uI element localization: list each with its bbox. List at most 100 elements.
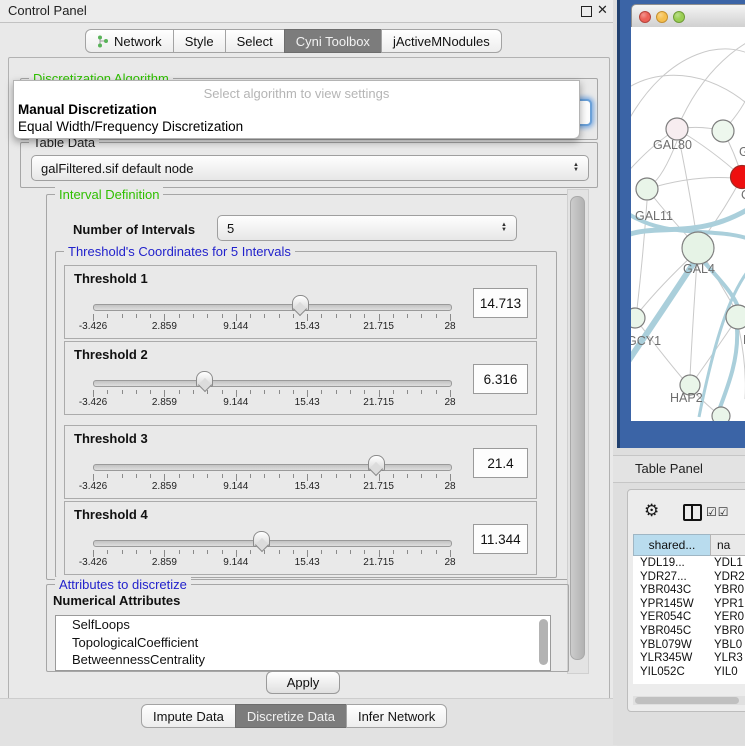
tab-select[interactable]: Select [225,29,285,53]
table-cell[interactable]: YDL1 [709,557,743,571]
gear-icon[interactable]: ⚙ [644,501,659,521]
combo-arrows-icon: ▲▼ [501,223,507,233]
table-cell[interactable]: YDR27... [633,571,709,585]
minimize-button[interactable] [656,11,668,23]
attribute-list-item[interactable]: TopologicalCoefficient [56,634,550,652]
network-node[interactable] [726,305,745,329]
network-node[interactable] [666,118,688,140]
table-cell[interactable]: YER0 [709,611,744,625]
bottom-tab-infer-network[interactable]: Infer Network [346,704,447,728]
tab-cyni-toolbox[interactable]: Cyni Toolbox [284,29,382,53]
table-row[interactable]: YPR145WYPR1 [633,598,745,612]
table-cell[interactable]: YBL079W [633,639,709,653]
network-graph[interactable]: GAL80GCGAL11GAL4GCY1HHAP2 [631,27,745,421]
attributes-list[interactable]: SelfLoopsTopologicalCoefficientBetweenne… [55,615,551,671]
num-intervals-select[interactable]: 5 ▲▼ [217,215,517,241]
table-cell[interactable]: YIL052C [633,666,709,680]
vertical-scrollbar-thumb[interactable] [570,196,585,660]
table-cell[interactable]: YLR345W [633,652,709,666]
tick-mark [264,314,265,318]
tick-mark [122,474,123,478]
attributes-list-scrollbar-thumb[interactable] [539,619,548,665]
table-row[interactable]: YBL079WYBL0 [633,639,745,653]
table-cell[interactable]: YBR0 [709,625,744,639]
horizontal-scrollbar-thumb[interactable] [635,697,739,704]
threshold-value-field[interactable]: 6.316 [473,364,528,394]
network-node-label: G [739,145,745,159]
threshold-label: Threshold 1 [74,271,148,286]
network-node-label: GAL80 [653,138,692,152]
threshold-slider-track[interactable] [93,464,452,471]
table-data-select[interactable]: galFiltered.sif default node ▲▼ [31,155,589,181]
node-table[interactable]: shared...naYDL19...YDL1YDR27...YDR2YBR04… [633,534,745,684]
table-cell[interactable]: YLR3 [709,652,743,666]
table-cell[interactable]: YBR0 [709,584,744,598]
attribute-list-item[interactable]: BetweennessCentrality [56,651,550,669]
close-icon[interactable]: ✕ [597,2,608,18]
tick-label: -3.426 [79,481,107,492]
bottom-tab-impute-data[interactable]: Impute Data [141,704,236,728]
network-edge[interactable] [631,49,745,123]
threshold-slider-track[interactable] [93,540,452,547]
attribute-list-item[interactable]: SelfLoops [56,616,550,634]
table-row[interactable]: YBR043CYBR0 [633,584,745,598]
network-edge[interactable] [647,177,733,189]
select-columns-icons[interactable]: ☑☑ [706,505,730,519]
table-cell[interactable]: YDR2 [709,571,745,585]
table-row[interactable]: YLR345WYLR3 [633,652,745,666]
tick-mark [207,550,208,554]
table-row[interactable]: YBR045CYBR0 [633,625,745,639]
network-canvas[interactable]: GAL80GCGAL11GAL4GCY1HHAP2 [631,27,745,421]
threshold-slider-thumb[interactable] [292,295,309,311]
table-row[interactable]: YER054CYER0 [633,611,745,625]
tab-jactivemnodules[interactable]: jActiveMNodules [381,29,502,53]
tick-mark [179,314,180,318]
threshold-slider-thumb[interactable] [253,531,270,547]
table-row[interactable]: YDR27...YDR2 [633,571,745,585]
network-node[interactable] [712,407,730,421]
tab-network[interactable]: Network [85,29,174,53]
network-edge[interactable] [723,51,745,131]
table-panel-title: Table Panel [635,461,703,476]
table-cell[interactable]: YDL19... [633,557,709,571]
threshold-slider-thumb[interactable] [196,371,213,387]
tick-mark [421,550,422,554]
table-cell[interactable]: YIL0 [709,666,738,680]
close-button[interactable] [639,11,651,23]
apply-button[interactable]: Apply [266,671,340,694]
network-node[interactable] [636,178,658,200]
table-cell[interactable]: YER054C [633,611,709,625]
network-node[interactable] [712,120,734,142]
tab-style[interactable]: Style [173,29,226,53]
threshold-value-field[interactable]: 11.344 [473,524,528,554]
table-cell[interactable]: YBR045C [633,625,709,639]
threshold-slider-thumb[interactable] [368,455,385,471]
network-node[interactable] [631,308,645,328]
horizontal-scrollbar[interactable] [633,696,745,705]
threshold-value-field[interactable]: 21.4 [473,448,528,478]
algorithm-option-equal-width[interactable]: Equal Width/Frequency Discretization [14,118,579,135]
table-row[interactable]: YIL052CYIL0 [633,666,745,680]
split-columns-icon[interactable] [683,504,702,521]
network-window-titlebar[interactable] [631,4,745,29]
network-edge[interactable] [635,318,683,379]
network-edge[interactable] [677,33,745,129]
network-node[interactable] [682,232,714,264]
bottom-tab-discretize-data[interactable]: Discretize Data [235,704,347,728]
table-header-name[interactable]: na [710,534,745,556]
table-header-shared-name[interactable]: shared... [633,534,711,556]
table-cell[interactable]: YBR043C [633,584,709,598]
threshold-value-field[interactable]: 14.713 [473,288,528,318]
tick-mark [436,314,437,318]
network-edge[interactable] [631,75,745,115]
threshold-slider-track[interactable] [93,304,452,311]
float-window-icon[interactable] [581,6,592,17]
algorithm-option-manual[interactable]: Manual Discretization [14,101,579,118]
table-row[interactable]: YDL19...YDL1 [633,557,745,571]
zoom-button[interactable] [673,11,685,23]
table-cell[interactable]: YBL0 [709,639,742,653]
table-cell[interactable]: YPR1 [709,598,744,612]
table-cell[interactable]: YPR145W [633,598,709,612]
threshold-slider-track[interactable] [93,380,452,387]
tick-mark [364,314,365,318]
